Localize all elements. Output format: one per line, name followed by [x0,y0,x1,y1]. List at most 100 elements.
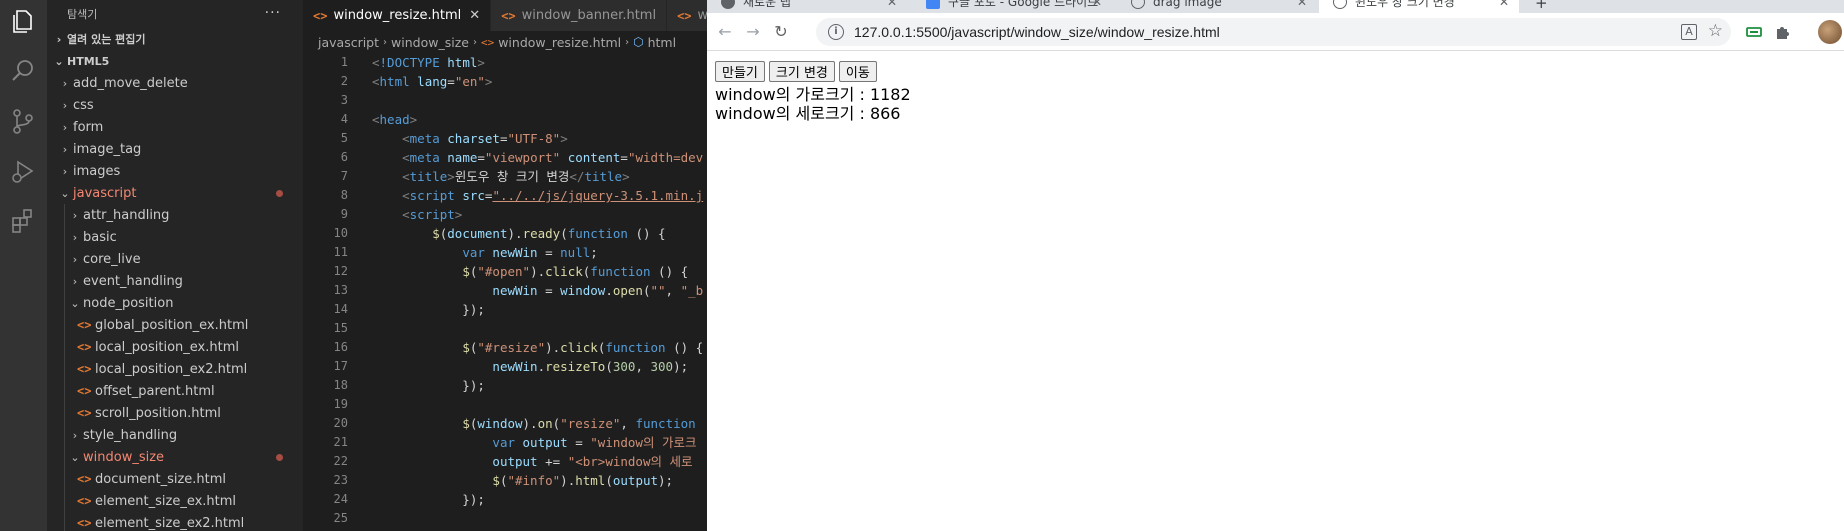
folder-item[interactable]: › core_live [47,248,303,270]
chevron-right-icon: › [56,32,62,46]
reload-icon[interactable]: ↻ [771,22,791,42]
file-item[interactable]: <> element_size_ex.html [47,490,303,512]
close-icon[interactable]: ✕ [1499,0,1509,9]
folder-item[interactable]: › basic [47,226,303,248]
close-icon[interactable]: ✕ [1092,0,1102,9]
profile-avatar[interactable] [1818,20,1842,44]
code-line[interactable]: 20 $(window).on("resize", function [303,414,707,433]
line-number: 3 [340,93,348,107]
code-line[interactable]: 25 [303,509,707,528]
code-line[interactable]: 13 newWin = window.open("", "_b [303,281,707,300]
tab-truncated[interactable]: <> wi [667,0,707,31]
code-line[interactable]: 11 var newWin = null; [303,243,707,262]
editor-tabs: <> window_resize.html ✕ <> window_banner… [303,0,707,31]
close-icon[interactable]: ✕ [469,8,480,23]
back-arrow-icon[interactable]: ← [715,22,735,42]
code-line[interactable]: 16 $("#resize").click(function () { [303,338,707,357]
folder-item[interactable]: › style_handling [47,424,303,446]
chrome-tab[interactable]: 구글 포토 - Google 드라이브 ✕ [912,0,1112,13]
code-token: 300 [612,359,636,374]
code-line[interactable]: 1 <!DOCTYPE html> [303,53,707,72]
code-line[interactable]: 21 var output = "window의 가로크 [303,433,707,452]
code-line[interactable]: 15 [303,319,707,338]
folder-item[interactable]: ⌄ window_size [47,446,303,468]
code-line[interactable]: 5 <meta charset="UTF-8"> [303,129,707,148]
close-icon[interactable]: ✕ [1297,0,1307,9]
tab-window-banner[interactable]: <> window_banner.html [491,0,668,31]
folder-item[interactable]: › image_tag [47,138,303,160]
code-line[interactable]: 23 $("#info").html(output); [303,471,707,490]
code-token: "#info" [507,473,561,488]
code-token: ( [560,226,568,241]
folder-item[interactable]: ⌄ node_position [47,292,303,314]
file-item[interactable]: <> offset_parent.html [47,380,303,402]
move-button[interactable]: 이동 [838,61,877,82]
tree-item-label: node_position [83,295,174,311]
code-editor[interactable]: 1 <!DOCTYPE html> 2 <html lang="en"> 3 4 <head… [303,53,707,528]
code-line[interactable]: 8 <script src="../../js/jquery-3.5.1.min… [303,186,707,205]
folder-item[interactable]: › images [47,160,303,182]
folder-item[interactable]: › form [47,116,303,138]
code-line[interactable]: 19 [303,395,707,414]
translate-icon[interactable]: A [1681,24,1697,40]
tab-window-resize[interactable]: <> window_resize.html ✕ [303,0,492,31]
code-line[interactable]: 14 }); [303,300,707,319]
breadcrumb-item[interactable]: html [648,35,676,50]
search-icon[interactable] [8,56,38,86]
folder-item[interactable]: › css [47,94,303,116]
close-icon[interactable]: ✕ [887,0,897,9]
code-line[interactable]: 7 <title>윈도우 창 크기 변경</title> [303,167,707,186]
file-item[interactable]: <> scroll_position.html [47,402,303,424]
url-text[interactable]: 127.0.0.1:5500/javascript/window_size/wi… [854,24,1220,40]
folder-item[interactable]: › add_move_delete [47,72,303,94]
code-line[interactable]: 10 $(document).ready(function () { [303,224,707,243]
extensions-icon[interactable] [8,206,38,236]
file-item[interactable]: <> local_position_ex.html [47,336,303,358]
file-item[interactable]: <> document_size.html [47,468,303,490]
code-line[interactable]: 2 <html lang="en"> [303,72,707,91]
code-line[interactable]: 9 <script> [303,205,707,224]
code-line[interactable]: 17 newWin.resizeTo(300, 300); [303,357,707,376]
resize-button[interactable]: 크기 변경 [768,61,835,82]
open-button[interactable]: 만들기 [715,61,765,82]
code-line[interactable]: 4 <head> [303,110,707,129]
code-line[interactable]: 12 $("#open").click(function () { [303,262,707,281]
chrome-tab-active[interactable]: 윈도우 창 크기 변경 ✕ [1319,0,1519,13]
workspace-root-section[interactable]: ⌄ HTML5 [47,50,303,72]
file-item[interactable]: <> global_position_ex.html [47,314,303,336]
code-line[interactable]: 6 <meta name="viewport" content="width=d… [303,148,707,167]
run-debug-icon[interactable] [8,156,38,186]
chrome-tab[interactable]: 새로운 탭 ✕ [707,0,907,13]
source-control-icon[interactable] [8,106,38,136]
address-bar[interactable]: i 127.0.0.1:5500/javascript/window_size/… [816,18,1731,46]
code-line[interactable]: 22 output += "<br>window의 세로 [303,452,707,471]
new-tab-button[interactable]: + [1535,0,1548,12]
code-text: <meta name="viewport" content="width=dev [348,148,703,167]
code-line[interactable]: 24 }); [303,490,707,509]
line-number: 10 [333,226,348,240]
extensions-puzzle-icon[interactable] [1773,23,1791,41]
code-token: window [477,416,523,431]
code-line[interactable]: 3 [303,91,707,110]
more-actions-icon[interactable]: ··· [265,5,281,21]
breadcrumb-item[interactable]: javascript [318,35,379,50]
open-editors-section[interactable]: › 열려 있는 편집기 [47,28,303,50]
explorer-icon[interactable] [8,6,38,36]
breadcrumb-item[interactable]: window_resize.html [498,35,621,50]
file-item[interactable]: <> local_position_ex2.html [47,358,303,380]
folder-item[interactable]: › attr_handling [47,204,303,226]
window-width-text: window의 가로크기 : 1182 [715,85,911,104]
site-info-icon[interactable]: i [828,24,844,40]
code-line[interactable]: 18 }); [303,376,707,395]
file-item[interactable]: <> element_size_ex2.html [47,512,303,531]
folder-item[interactable]: › event_handling [47,270,303,292]
forward-arrow-icon[interactable]: → [743,22,763,42]
extension-screen-icon[interactable] [1745,23,1763,41]
folder-item[interactable]: ⌄ javascript [47,182,303,204]
code-token: > [484,74,493,89]
bookmark-star-icon[interactable]: ☆ [1708,21,1723,41]
breadcrumb-item[interactable]: window_size [391,35,469,50]
chrome-tab[interactable]: drag image ✕ [1117,0,1317,13]
code-token: < [372,112,380,127]
tree-item-label: window_size [83,449,165,465]
